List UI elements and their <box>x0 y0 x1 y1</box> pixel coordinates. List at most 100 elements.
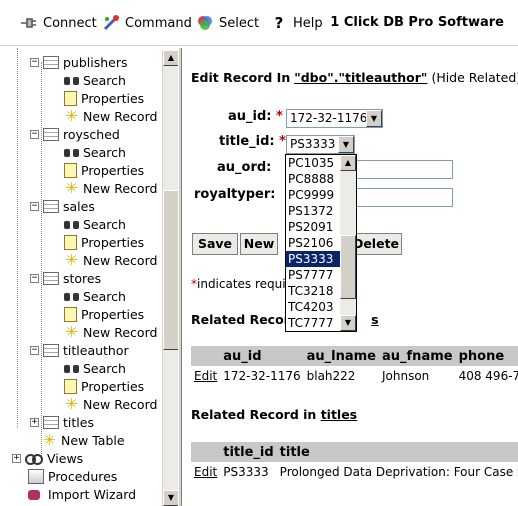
tree-table-sales[interactable]: − sales <box>30 197 95 215</box>
hide-related-link[interactable]: (Hide Related) <box>431 70 518 85</box>
dropdown-arrow-icon[interactable]: ▼ <box>366 110 382 127</box>
new-star-icon: ✳ <box>65 178 78 197</box>
tree-table-titleauthor[interactable]: − titleauthor <box>30 341 129 359</box>
binoculars-icon <box>64 290 79 303</box>
scroll-thumb[interactable] <box>340 235 356 299</box>
scroll-down-icon[interactable]: ▼ <box>163 490 179 506</box>
royaltyper-label: royaltyper: <box>194 187 276 202</box>
scroll-up-icon[interactable]: ▲ <box>340 155 356 171</box>
tree-views[interactable]: + Views <box>12 449 83 467</box>
tree-table-stores[interactable]: − stores <box>30 269 101 287</box>
table-cell: Prolonged Data Deprivation: Four Case St… <box>279 465 518 479</box>
tree-table-label: titleauthor <box>63 342 129 358</box>
command-button[interactable]: Command <box>102 14 192 32</box>
related-link[interactable]: s <box>371 312 378 327</box>
tree-item-properties[interactable]: Properties <box>64 377 144 395</box>
edit-record-title: Edit Record In "dbo"."titleauthor" (Hide… <box>191 70 518 85</box>
tree-item-label: Properties <box>81 162 145 178</box>
tree-item-search[interactable]: Search <box>64 287 126 305</box>
question-icon: ? <box>274 14 284 32</box>
command-label: Command <box>125 15 192 31</box>
tree-scrollbar[interactable]: ▲ ▼ <box>162 50 179 506</box>
tree-table-label: roysched <box>63 126 120 142</box>
tree-item-label: Search <box>83 288 126 304</box>
tree-item-properties[interactable]: Properties <box>64 161 144 179</box>
title-id-dropdown-list[interactable]: PC1035 PC8888 PC9999 PS1372 PS2091 PS2106 PS33… <box>285 154 357 332</box>
table-icon <box>43 343 59 357</box>
help-button[interactable]: ? Help <box>270 14 323 32</box>
binoculars-icon <box>64 146 79 159</box>
tree-item-new-table[interactable]: ✳ New Table <box>42 431 124 449</box>
tree-import-wizard[interactable]: Import Wizard <box>28 485 136 503</box>
connect-button[interactable]: Connect <box>20 14 97 32</box>
dropdown-option[interactable]: PS2106 <box>286 235 341 251</box>
table-name-link[interactable]: "dbo"."titleauthor" <box>294 70 427 85</box>
collapse-icon[interactable]: − <box>30 57 39 67</box>
table-header-row: title_id title <box>191 442 518 462</box>
tree-procedures[interactable]: Procedures <box>28 467 117 485</box>
tree-item-properties[interactable]: Properties <box>64 233 144 251</box>
dropdown-option[interactable]: PS7777 <box>286 267 341 283</box>
tree-item-properties[interactable]: Properties <box>64 305 144 323</box>
dropdown-arrow-icon[interactable]: ▼ <box>338 136 354 153</box>
tree-table-label: publishers <box>63 54 128 70</box>
table-cell: Edit <box>191 366 220 386</box>
tree-item-label: Properties <box>81 306 145 322</box>
table-header-cell: au_lname <box>303 346 379 366</box>
collapse-icon[interactable]: − <box>30 129 39 139</box>
select-button[interactable]: Select <box>196 14 259 32</box>
table-row: Edit PS3333 Prolonged Data Deprivation: … <box>191 462 518 482</box>
select-label: Select <box>219 15 260 31</box>
dropdown-scrollbar[interactable]: ▲ ▼ <box>340 155 356 331</box>
properties-icon <box>64 162 77 178</box>
scroll-thumb[interactable] <box>163 190 179 350</box>
help-label: Help <box>293 15 323 31</box>
scroll-down-icon[interactable]: ▼ <box>340 315 356 331</box>
title-id-select[interactable]: PS3333 ▼ <box>286 135 355 154</box>
new-button[interactable]: New <box>240 233 278 255</box>
binoculars-icon <box>64 74 79 87</box>
tree-guide <box>17 48 18 428</box>
dropdown-option[interactable]: PC1035 <box>286 155 341 171</box>
expand-icon[interactable]: + <box>30 417 39 427</box>
collapse-icon[interactable]: − <box>30 273 39 283</box>
au-id-select[interactable]: 172-32-1176 ▼ <box>286 109 383 128</box>
tree-guide <box>41 62 42 460</box>
dropdown-option[interactable]: TC7777 <box>286 315 341 331</box>
tree-item-label: Import Wizard <box>48 486 137 502</box>
tree-item-new-record[interactable]: ✳ New Record <box>64 323 157 341</box>
dropdown-option[interactable]: PC8888 <box>286 171 341 187</box>
related-heading-2: Related Record in titles <box>191 407 357 422</box>
delete-button[interactable]: Delete <box>350 233 402 255</box>
tree-table-publishers[interactable]: − publishers <box>30 53 128 71</box>
save-button[interactable]: Save <box>192 233 238 255</box>
tree-table-titles[interactable]: + titles <box>30 413 94 431</box>
tree-item-new-record[interactable]: ✳ New Record <box>64 251 157 269</box>
dropdown-option[interactable]: PS3333 <box>286 251 341 267</box>
tree-item-label: Properties <box>81 378 145 394</box>
edit-link[interactable]: Edit <box>194 369 217 383</box>
expand-icon[interactable]: + <box>12 453 21 463</box>
tree-item-search[interactable]: Search <box>64 143 126 161</box>
tree-item-new-record[interactable]: ✳ New Record <box>64 107 157 125</box>
dropdown-option[interactable]: TC3218 <box>286 283 341 299</box>
collapse-icon[interactable]: − <box>30 345 39 355</box>
tree-table-roysched[interactable]: − roysched <box>30 125 120 143</box>
edit-link[interactable]: Edit <box>194 465 217 479</box>
tree-item-search[interactable]: Search <box>64 359 126 377</box>
dropdown-option[interactable]: PS1372 <box>286 203 341 219</box>
dropdown-option[interactable]: PC9999 <box>286 187 341 203</box>
scroll-up-icon[interactable]: ▲ <box>163 50 179 66</box>
related-link[interactable]: titles <box>321 407 357 422</box>
dropdown-option[interactable]: TC4203 <box>286 299 341 315</box>
collapse-icon[interactable]: − <box>30 201 39 211</box>
table-cell: 408 496-7223 <box>458 369 518 383</box>
dropdown-option[interactable]: PS2091 <box>286 219 341 235</box>
table-header-cell <box>191 346 221 366</box>
table-icon <box>43 271 59 285</box>
tree-item-new-record[interactable]: ✳ New Record <box>64 179 157 197</box>
tree-item-search[interactable]: Search <box>64 71 126 89</box>
tree-item-properties[interactable]: Properties <box>64 89 144 107</box>
tree-item-new-record[interactable]: ✳ New Record <box>64 395 157 413</box>
tree-item-search[interactable]: Search <box>64 215 126 233</box>
